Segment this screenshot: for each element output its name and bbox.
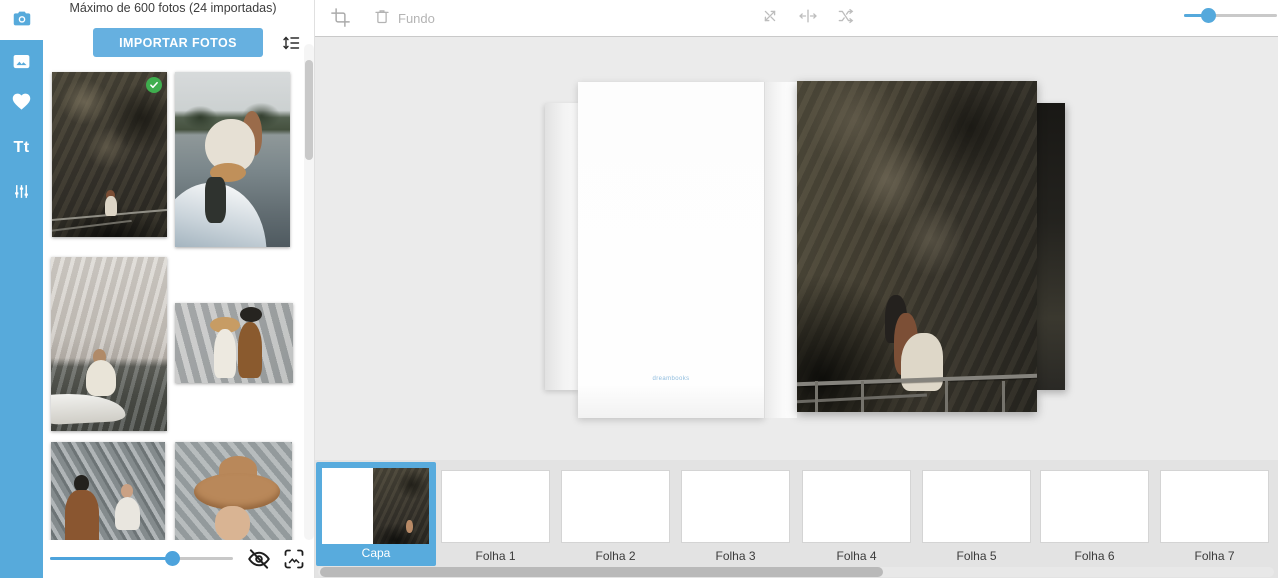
sidebar-tab-photos[interactable]: [0, 0, 43, 40]
railing-shape: [52, 220, 132, 232]
filmstrip-page-label: Folha 6: [1040, 549, 1149, 563]
toolbar-center-icons: [760, 6, 856, 31]
back-cover-page[interactable]: dreambooks: [578, 82, 764, 418]
railing-post: [945, 381, 948, 412]
text-icon: Tt: [13, 139, 29, 157]
import-photos-button[interactable]: IMPORTAR FOTOS: [93, 28, 263, 57]
photo-thumbnail-5[interactable]: [51, 442, 165, 552]
crop-icon[interactable]: [330, 7, 351, 33]
photo-thumbnail-4[interactable]: [175, 303, 293, 383]
trash-icon: [373, 7, 391, 29]
figure-shape: [86, 360, 116, 397]
railing-post: [815, 381, 818, 412]
figure-shape: [205, 177, 226, 223]
filmstrip-page-folha-3[interactable]: Folha 3: [681, 460, 790, 566]
book-canvas: dreambooks: [315, 37, 1278, 460]
figure-shape: [121, 484, 134, 498]
book-spine: [764, 82, 797, 418]
filmstrip-scrollbar[interactable]: [320, 567, 883, 577]
figure-shape: [115, 497, 140, 530]
photo-thumbnail-3[interactable]: [51, 257, 167, 431]
photo-panel-footer: [43, 540, 314, 578]
back-cover-wrap: [545, 103, 579, 390]
tune-icon: [12, 182, 31, 206]
shuffle-icon[interactable]: [836, 6, 856, 31]
photo-thumbnail-6[interactable]: [175, 442, 292, 552]
background-button[interactable]: Fundo: [373, 7, 435, 29]
figure-shape: [105, 196, 117, 216]
heart-icon: [11, 91, 32, 117]
brand-logo-text: dreambooks: [578, 376, 764, 382]
photo-count-header: Máximo de 600 fotos (24 importadas): [43, 1, 303, 15]
image-icon: [11, 51, 32, 77]
railing-post: [861, 381, 864, 412]
sidebar-tab-favorites[interactable]: [0, 84, 43, 124]
page-thumbnail: [1040, 470, 1149, 543]
background-button-label: Fundo: [398, 11, 435, 26]
page-thumbnail: [441, 470, 550, 543]
hat-shape: [194, 473, 281, 510]
filmstrip-page-label: Folha 5: [922, 549, 1031, 563]
page-thumbnail: [1160, 470, 1269, 543]
figure-shape: [65, 490, 99, 547]
used-check-badge: [146, 77, 162, 93]
hat-shape: [240, 307, 262, 322]
figure-shape: [406, 520, 413, 533]
capa-thumbnail: [322, 468, 429, 544]
capa-thumbnail-photo: [373, 468, 429, 544]
image-frame-icon[interactable]: [282, 547, 306, 576]
swap-diagonal-icon[interactable]: [760, 6, 780, 31]
canvas-toolbar: Fundo: [315, 0, 1278, 37]
figure-shape: [238, 322, 263, 378]
filmstrip-page-label: Folha 4: [802, 549, 911, 563]
filmstrip-page-folha-5[interactable]: Folha 5: [922, 460, 1031, 566]
filmstrip-page-folha-7[interactable]: Folha 7: [1160, 460, 1269, 566]
filmstrip-page-capa[interactable]: Capa: [316, 462, 436, 566]
thumbnail-size-slider[interactable]: [165, 551, 180, 566]
page-thumbnail: [802, 470, 911, 543]
sidebar-tab-settings[interactable]: [0, 174, 43, 214]
filmstrip-page-folha-1[interactable]: Folha 1: [441, 460, 550, 566]
filmstrip-page-label: Folha 2: [561, 549, 670, 563]
figure-shape: [74, 475, 89, 492]
thumbnail-size-slider-fill: [50, 557, 172, 560]
front-cover-photo[interactable]: [797, 81, 1037, 412]
filmstrip-page-folha-4[interactable]: Folha 4: [802, 460, 911, 566]
line-spacing-icon[interactable]: [281, 33, 301, 58]
sidebar-tab-text[interactable]: Tt: [0, 128, 43, 168]
pages-filmstrip: Capa Folha 1 Folha 2 Folha 3 Folha 4 Fol…: [315, 460, 1278, 578]
camera-icon: [11, 7, 33, 34]
photobook-editor: Tt Máximo de 600 fotos (24 importadas) I…: [0, 0, 1278, 578]
page-thumbnail: [561, 470, 670, 543]
sidebar: Tt: [0, 0, 43, 578]
boat-shape: [51, 391, 126, 425]
photo-thumbnail-1[interactable]: [52, 72, 167, 237]
photo-panel: Máximo de 600 fotos (24 importadas) IMPO…: [43, 0, 315, 578]
filmstrip-page-folha-6[interactable]: Folha 6: [1040, 460, 1149, 566]
page-thumbnail: [681, 470, 790, 543]
railing-post: [1002, 381, 1005, 412]
filmstrip-page-label: Folha 3: [681, 549, 790, 563]
boat-shape: [175, 171, 283, 247]
filmstrip-page-label: Capa: [316, 546, 436, 560]
photo-list-scrollbar[interactable]: [305, 60, 313, 160]
zoom-slider[interactable]: [1201, 8, 1216, 23]
filmstrip-page-label: Folha 7: [1160, 549, 1269, 563]
photo-thumbnail-2[interactable]: [175, 72, 290, 247]
figure-shape: [215, 506, 250, 541]
front-cover-bleed: [1037, 103, 1065, 390]
eye-off-icon[interactable]: [246, 546, 272, 577]
figure-shape: [214, 329, 236, 379]
sidebar-tab-layouts[interactable]: [0, 44, 43, 84]
page-thumbnail: [922, 470, 1031, 543]
filmstrip-page-folha-2[interactable]: Folha 2: [561, 460, 670, 566]
expand-horizontal-icon[interactable]: [798, 6, 818, 31]
filmstrip-page-label: Folha 1: [441, 549, 550, 563]
